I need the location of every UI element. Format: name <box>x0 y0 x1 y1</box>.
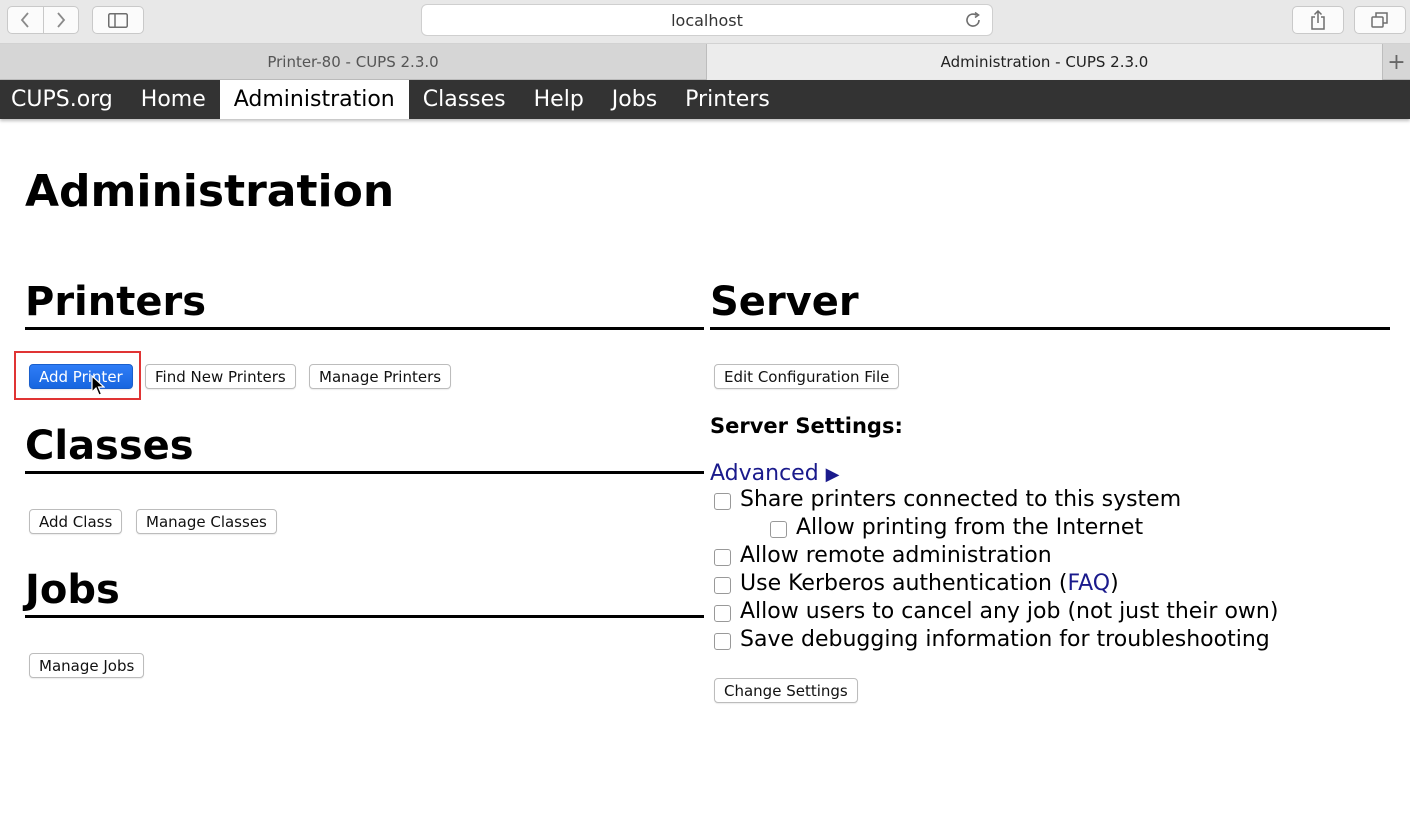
allow-internet-checkbox[interactable] <box>770 520 787 538</box>
forward-button[interactable] <box>42 7 79 33</box>
nav-printers[interactable]: Printers <box>671 80 784 119</box>
browser-toolbar: localhost <box>0 0 1410 44</box>
cancel-any-job-checkbox[interactable] <box>714 604 731 622</box>
manage-printers-button[interactable]: Manage Printers <box>309 364 452 389</box>
share-button[interactable] <box>1292 6 1344 34</box>
history-nav <box>7 6 79 34</box>
option-label: Allow printing from the Internet <box>796 515 1144 540</box>
server-heading: Server <box>710 280 1390 330</box>
jobs-heading: Jobs <box>25 568 704 618</box>
nav-jobs[interactable]: Jobs <box>598 80 671 119</box>
address-bar[interactable]: localhost <box>421 4 993 36</box>
advanced-label: Advanced <box>710 461 819 486</box>
nav-classes[interactable]: Classes <box>409 80 520 119</box>
server-settings-label: Server Settings: <box>710 414 903 438</box>
tab-label: Administration - CUPS 2.3.0 <box>940 53 1149 71</box>
page-title: Administration <box>25 166 395 217</box>
nav-help[interactable]: Help <box>520 80 598 119</box>
chevron-left-icon <box>21 12 29 28</box>
option-label: Save debugging information for troublesh… <box>740 627 1270 652</box>
option-label: Allow remote administration <box>740 543 1052 568</box>
nav-home[interactable]: Home <box>127 80 220 119</box>
tabs-overview-icon <box>1371 12 1388 28</box>
option-debug-logging: Save debugging information for troublesh… <box>714 627 1270 652</box>
add-printer-highlight <box>14 351 141 400</box>
change-settings-button[interactable]: Change Settings <box>714 678 858 703</box>
nav-cups-org[interactable]: CUPS.org <box>0 80 127 119</box>
chevron-right-icon <box>57 12 65 28</box>
faq-link[interactable]: FAQ <box>1068 571 1111 596</box>
manage-jobs-button[interactable]: Manage Jobs <box>29 653 145 678</box>
tab-strip: Printer-80 - CUPS 2.3.0 Administration -… <box>0 44 1410 80</box>
option-label: Allow users to cancel any job (not just … <box>740 599 1279 624</box>
remote-admin-checkbox[interactable] <box>714 548 731 566</box>
printers-heading: Printers <box>25 280 704 330</box>
debug-logging-checkbox[interactable] <box>714 632 731 650</box>
manage-classes-button[interactable]: Manage Classes <box>136 509 277 534</box>
plus-icon: + <box>1387 49 1406 75</box>
back-button[interactable] <box>8 7 43 33</box>
tabs-overview-button[interactable] <box>1354 6 1406 34</box>
share-printers-checkbox[interactable] <box>714 492 731 510</box>
find-new-printers-button[interactable]: Find New Printers <box>145 364 296 389</box>
option-share-printers: Share printers connected to this system <box>714 487 1181 512</box>
option-kerberos: Use Kerberos authentication (FAQ) <box>714 571 1119 596</box>
tab-administration[interactable]: Administration - CUPS 2.3.0 <box>706 44 1383 80</box>
reload-icon[interactable] <box>964 11 982 29</box>
url-text: localhost <box>671 10 743 30</box>
option-label: Use Kerberos authentication ( <box>740 571 1068 596</box>
share-icon <box>1311 10 1325 30</box>
sidebar-icon <box>108 12 128 28</box>
new-tab-button[interactable]: + <box>1382 44 1410 80</box>
sidebar-button[interactable] <box>92 6 144 34</box>
mouse-cursor-icon <box>91 375 105 396</box>
tab-label: Printer-80 - CUPS 2.3.0 <box>267 53 439 71</box>
add-class-button[interactable]: Add Class <box>29 509 123 534</box>
option-allow-internet: Allow printing from the Internet <box>770 515 1143 540</box>
tab-printer-80[interactable]: Printer-80 - CUPS 2.3.0 <box>0 44 706 80</box>
triangle-right-icon: ▶ <box>825 464 840 485</box>
classes-heading: Classes <box>25 424 704 474</box>
kerberos-checkbox[interactable] <box>714 576 731 594</box>
option-remote-admin: Allow remote administration <box>714 543 1052 568</box>
cups-nav-bar: CUPS.org Home Administration Classes Hel… <box>0 80 1410 119</box>
edit-configuration-file-button[interactable]: Edit Configuration File <box>714 364 900 389</box>
option-label-end: ) <box>1110 571 1119 596</box>
option-label: Share printers connected to this system <box>740 487 1182 512</box>
nav-administration[interactable]: Administration <box>219 80 409 119</box>
option-cancel-any-job: Allow users to cancel any job (not just … <box>714 599 1278 624</box>
advanced-toggle[interactable]: Advanced ▶ <box>710 461 840 486</box>
